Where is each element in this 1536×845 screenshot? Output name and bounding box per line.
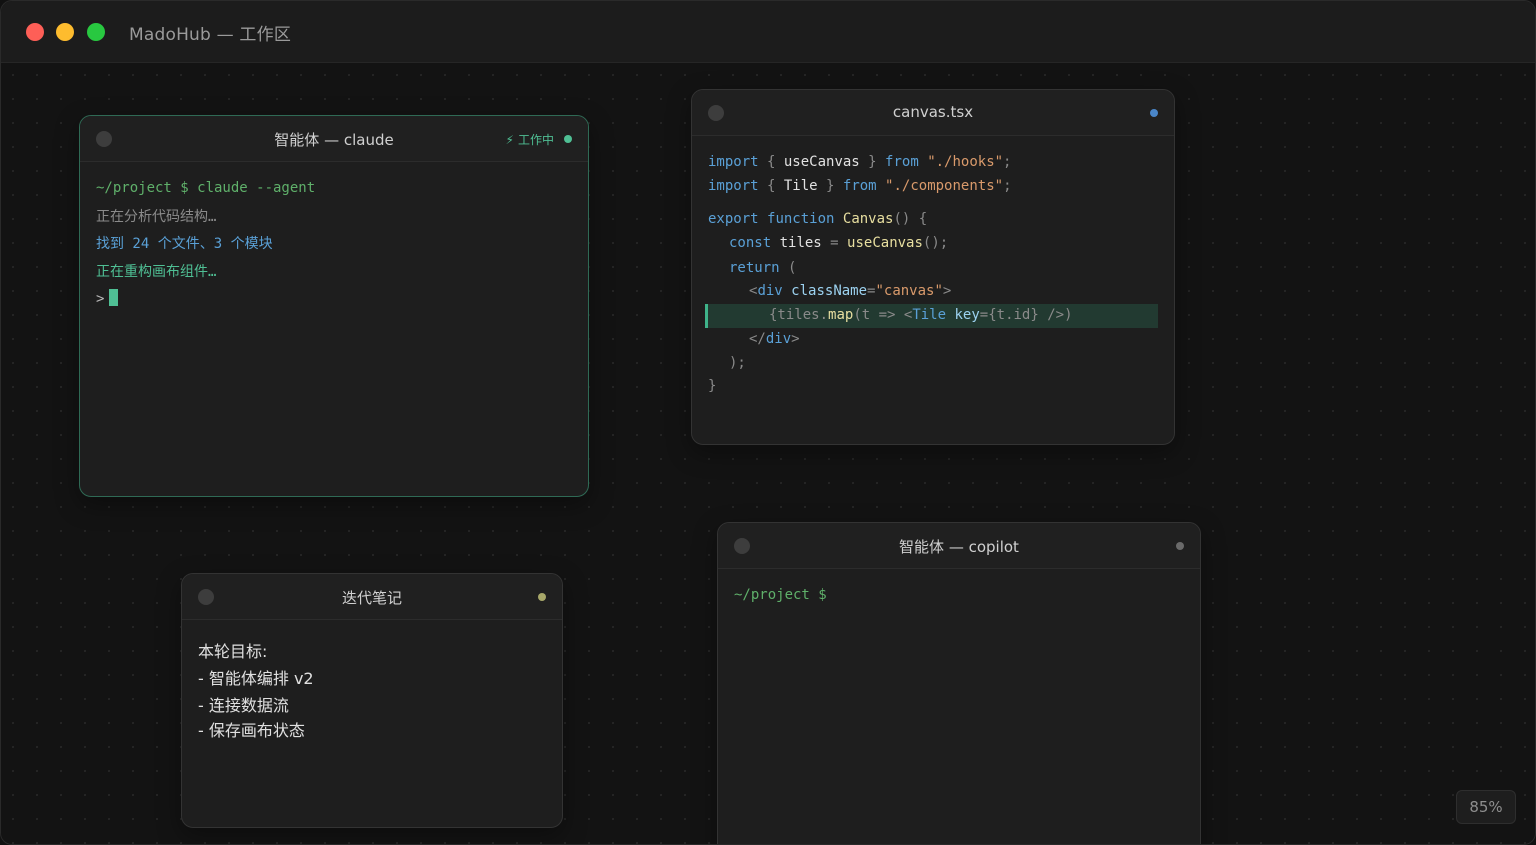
code-area[interactable]: import { useCanvas } from "./hooks"; imp…: [705, 136, 1158, 444]
status-dot: [538, 593, 546, 601]
code-line: </div>: [749, 331, 800, 347]
code-editor-panel[interactable]: canvas.tsx import { useCanvas } from "./…: [691, 89, 1175, 445]
status-dot: [564, 135, 572, 143]
panel-title: 迭代笔记: [341, 589, 402, 607]
minimize-window-button[interactable]: [56, 23, 74, 41]
terminal-line: 正在重构画布组件…: [96, 264, 217, 280]
panel-title: 智能体 — copilot: [899, 538, 1019, 556]
close-window-button[interactable]: [26, 23, 44, 41]
code-line: <div className="canvas">: [749, 283, 952, 299]
code-line: const tiles = useCanvas();: [729, 235, 949, 251]
agent-copilot-panel[interactable]: 智能体 — copilot ~/project $: [717, 522, 1201, 844]
prompt-symbol: >: [96, 291, 105, 307]
workspace-canvas[interactable]: 智能体 — claude ⚡ 工作中 ~/project $ claude --a…: [1, 63, 1535, 844]
status-dot: [1176, 542, 1184, 550]
panel-header[interactable]: 智能体 — copilot: [718, 523, 1200, 569]
terminal-prompt: ~/project $: [734, 587, 827, 603]
notes-content[interactable]: 本轮目标: - 智能体编排 v2 - 连接数据流 - 保存画布状态: [198, 620, 546, 827]
note-line: 本轮目标:: [198, 642, 268, 661]
panel-title: canvas.tsx: [892, 103, 974, 121]
code-line: export function Canvas() {: [708, 211, 928, 227]
terminal-output[interactable]: ~/project $ claude --agent 正在分析代码结构… 找到 …: [96, 162, 572, 496]
lightning-icon: ⚡: [505, 133, 514, 147]
zoom-level-indicator[interactable]: 85%: [1456, 790, 1516, 824]
note-line: - 连接数据流: [198, 696, 289, 715]
panel-header[interactable]: canvas.tsx: [692, 90, 1174, 136]
terminal-prompt[interactable]: >: [96, 289, 119, 307]
note-line: - 保存画布状态: [198, 721, 305, 740]
code-line: return (: [729, 260, 797, 276]
terminal-command: ~/project $ claude --agent: [96, 180, 316, 196]
code-line: import { useCanvas } from "./hooks";: [708, 154, 1012, 170]
maximize-window-button[interactable]: [87, 23, 105, 41]
code-line: );: [729, 355, 746, 371]
code-line: }: [708, 378, 717, 394]
status-badge: ⚡ 工作中: [506, 131, 554, 148]
title-bar: MadoHub — 工作区: [1, 1, 1535, 63]
app-window: MadoHub — 工作区 智能体 — claude ⚡ 工作中 ~/projec…: [0, 0, 1536, 845]
window-title: MadoHub — 工作区: [129, 25, 292, 45]
text-cursor: [109, 289, 119, 306]
code-line: import { Tile } from "./components";: [708, 178, 1012, 194]
note-line: - 智能体编排 v2: [198, 669, 314, 688]
panel-header[interactable]: 迭代笔记: [182, 574, 562, 620]
agent-claude-panel[interactable]: 智能体 — claude ⚡ 工作中 ~/project $ claude --a…: [79, 115, 589, 497]
notes-panel[interactable]: 迭代笔记 本轮目标: - 智能体编排 v2 - 连接数据流 - 保存画布状态: [181, 573, 563, 828]
status-dot: [1150, 109, 1158, 117]
code-line: {tiles.map(t => <Tile key={t.id} />): [769, 307, 1073, 323]
panel-header[interactable]: 智能体 — claude ⚡ 工作中: [80, 116, 588, 162]
status-badge-label: 工作中: [517, 133, 554, 147]
terminal-output[interactable]: ~/project $: [734, 569, 1184, 844]
terminal-line: 找到 24 个文件、3 个模块: [96, 236, 273, 252]
terminal-line: 正在分析代码结构…: [96, 209, 217, 225]
